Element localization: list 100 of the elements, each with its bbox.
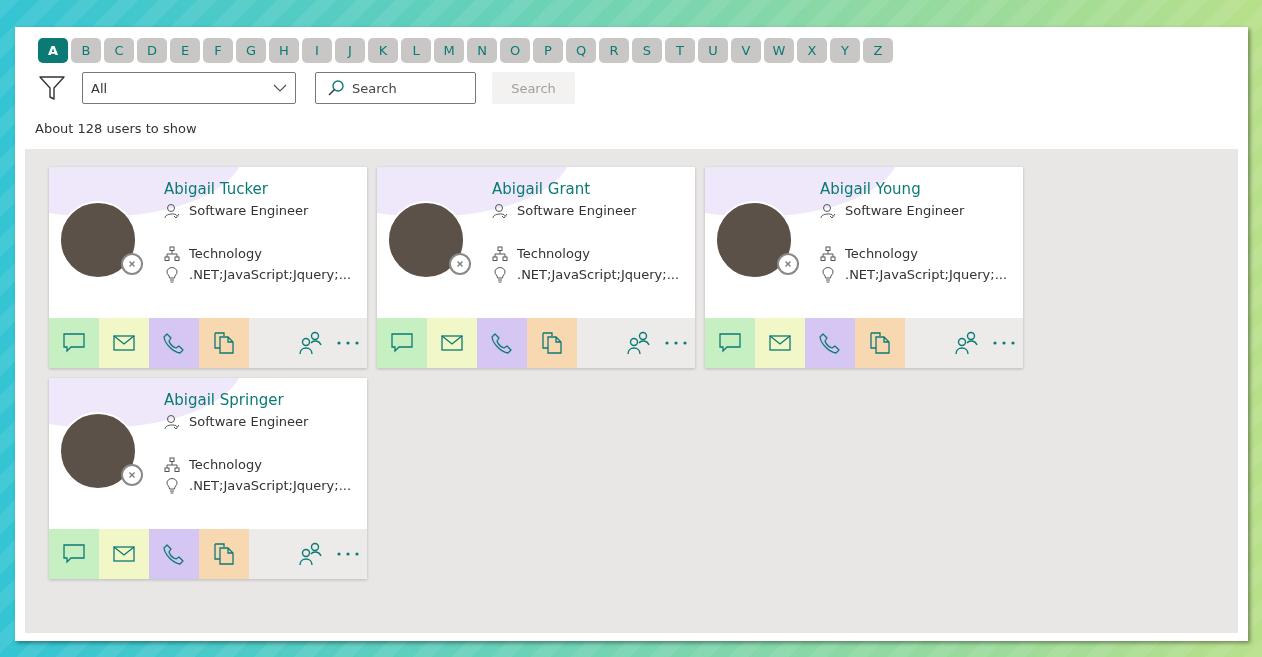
chevron-down-icon (273, 84, 287, 92)
lightbulb-icon (492, 266, 508, 283)
more-icon[interactable] (337, 552, 359, 556)
people-icon[interactable] (299, 331, 323, 355)
chat-button[interactable] (49, 529, 99, 579)
org-chart-icon (492, 245, 508, 262)
department: Technology (517, 246, 590, 261)
letter-tab[interactable]: V (731, 38, 761, 63)
letter-tab[interactable]: Z (863, 38, 893, 63)
copy-icon (542, 332, 562, 354)
copy-button[interactable] (855, 318, 905, 368)
letter-tab[interactable]: R (599, 38, 629, 63)
org-chart-icon (164, 456, 180, 473)
copy-icon (214, 543, 234, 565)
letter-tab[interactable]: M (434, 38, 464, 63)
letter-tab[interactable]: B (71, 38, 101, 63)
email-button[interactable] (427, 318, 477, 368)
copy-button[interactable] (527, 318, 577, 368)
copy-button[interactable] (199, 529, 249, 579)
job-title: Software Engineer (517, 203, 637, 218)
letter-tab[interactable]: W (764, 38, 794, 63)
people-icon[interactable] (627, 331, 651, 355)
presence-icon (121, 464, 143, 486)
more-icon[interactable] (665, 341, 687, 345)
letter-tab[interactable]: J (335, 38, 365, 63)
email-button[interactable] (99, 529, 149, 579)
letter-tab[interactable]: O (500, 38, 530, 63)
skills: .NET;JavaScript;Jquery;... (189, 267, 352, 282)
job-title: Software Engineer (845, 203, 965, 218)
user-name[interactable]: Abigail Young (820, 180, 1008, 198)
letter-tab[interactable]: U (698, 38, 728, 63)
chat-icon (391, 333, 413, 353)
email-button[interactable] (755, 318, 805, 368)
letter-tab[interactable]: T (665, 38, 695, 63)
phone-icon (491, 332, 513, 354)
phone-icon (163, 332, 185, 354)
letter-tab[interactable]: L (401, 38, 431, 63)
org-chart-icon (820, 245, 836, 262)
person-icon (164, 413, 180, 430)
user-name[interactable]: Abigail Tucker (164, 180, 352, 198)
search-field[interactable]: Search (315, 72, 476, 104)
chat-button[interactable] (377, 318, 427, 368)
chat-icon (719, 333, 741, 353)
skills: .NET;JavaScript;Jquery;... (189, 478, 352, 493)
envelope-icon (113, 546, 135, 562)
letter-tab[interactable]: G (236, 38, 266, 63)
job-title: Software Engineer (189, 203, 309, 218)
presence-icon (449, 253, 471, 275)
phone-icon (819, 332, 841, 354)
chat-button[interactable] (705, 318, 755, 368)
letter-tab[interactable]: S (632, 38, 662, 63)
presence-icon (777, 253, 799, 275)
copy-icon (870, 332, 890, 354)
people-icon[interactable] (955, 331, 979, 355)
result-count: About 128 users to show (35, 121, 198, 136)
org-chart-icon (164, 245, 180, 262)
envelope-icon (441, 335, 463, 351)
chat-button[interactable] (49, 318, 99, 368)
letter-tab[interactable]: I (302, 38, 332, 63)
phone-icon (163, 543, 185, 565)
chat-icon (63, 333, 85, 353)
copy-icon (214, 332, 234, 354)
search-button[interactable]: Search (492, 72, 575, 104)
call-button[interactable] (149, 318, 199, 368)
letter-tab[interactable]: Q (566, 38, 596, 63)
letter-tab[interactable]: P (533, 38, 563, 63)
letter-tab[interactable]: E (170, 38, 200, 63)
filter-icon[interactable] (38, 75, 66, 101)
call-button[interactable] (477, 318, 527, 368)
filter-dropdown[interactable]: All (82, 72, 296, 104)
lightbulb-icon (820, 266, 836, 283)
letter-tab[interactable]: A (38, 38, 68, 63)
letter-tab[interactable]: F (203, 38, 233, 63)
user-name[interactable]: Abigail Grant (492, 180, 680, 198)
email-button[interactable] (99, 318, 149, 368)
person-icon (492, 202, 508, 219)
person-icon (820, 202, 836, 219)
lightbulb-icon (164, 477, 180, 494)
skills: .NET;JavaScript;Jquery;... (517, 267, 680, 282)
skills: .NET;JavaScript;Jquery;... (845, 267, 1008, 282)
department: Technology (189, 246, 262, 261)
people-icon[interactable] (299, 542, 323, 566)
department: Technology (189, 457, 262, 472)
department: Technology (845, 246, 918, 261)
envelope-icon (769, 335, 791, 351)
letter-tab[interactable]: X (797, 38, 827, 63)
more-icon[interactable] (993, 341, 1015, 345)
call-button[interactable] (805, 318, 855, 368)
letter-tab[interactable]: H (269, 38, 299, 63)
copy-button[interactable] (199, 318, 249, 368)
lightbulb-icon (164, 266, 180, 283)
letter-tab[interactable]: Y (830, 38, 860, 63)
letter-tab[interactable]: K (368, 38, 398, 63)
call-button[interactable] (149, 529, 199, 579)
person-icon (164, 202, 180, 219)
user-name[interactable]: Abigail Springer (164, 391, 352, 409)
letter-tab[interactable]: C (104, 38, 134, 63)
letter-tab[interactable]: D (137, 38, 167, 63)
letter-tab[interactable]: N (467, 38, 497, 63)
more-icon[interactable] (337, 341, 359, 345)
